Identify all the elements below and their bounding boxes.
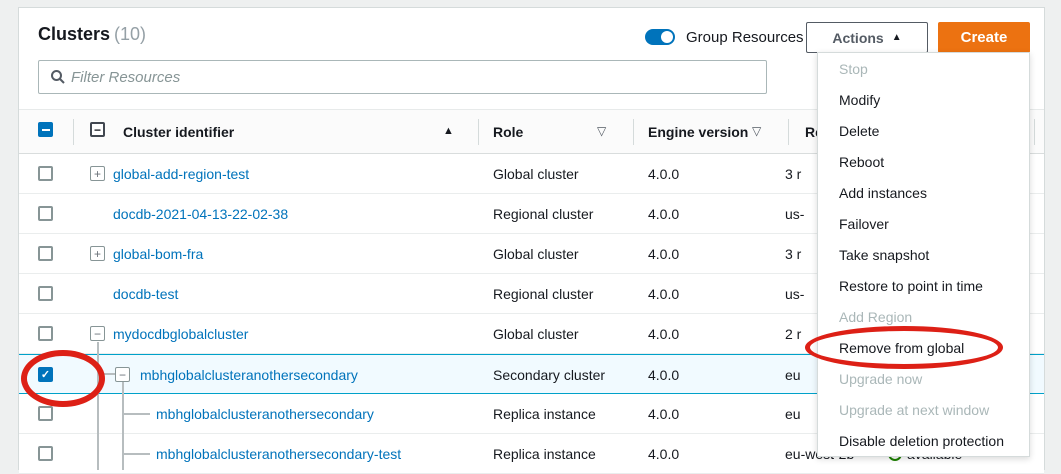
engine-version-cell: 4.0.0 <box>648 446 679 462</box>
menu-item-upgrade-now: Upgrade now <box>818 363 1029 394</box>
engine-version-cell: 4.0.0 <box>648 206 679 222</box>
column-divider <box>633 119 634 145</box>
tree-connector <box>97 373 115 375</box>
column-header-role[interactable]: Role <box>493 124 523 140</box>
chevron-up-icon: ▲ <box>892 32 902 43</box>
group-resources-toggle[interactable] <box>645 29 675 45</box>
row-checkbox[interactable] <box>38 206 53 221</box>
role-cell: Replica instance <box>493 406 596 422</box>
menu-item-modify[interactable]: Modify <box>818 84 1029 115</box>
cluster-identifier-link[interactable]: mbhglobalclusteranothersecondary-test <box>156 446 401 462</box>
column-divider <box>1034 119 1035 145</box>
tree-connector <box>97 342 99 470</box>
region-cell: us- <box>785 206 804 222</box>
expand-icon[interactable]: + <box>90 246 105 261</box>
cluster-identifier-link[interactable]: mydocdbglobalcluster <box>113 326 248 342</box>
menu-item-upgrade-at-next-window: Upgrade at next window <box>818 394 1029 425</box>
role-cell: Replica instance <box>493 446 596 462</box>
region-cell: eu <box>785 406 801 422</box>
engine-version-cell: 4.0.0 <box>648 326 679 342</box>
collapse-all-icon[interactable]: − <box>90 122 105 137</box>
cluster-identifier-link[interactable]: docdb-test <box>113 286 178 302</box>
region-cell: eu <box>785 367 801 383</box>
region-cell: 2 r <box>785 326 801 342</box>
menu-item-disable-deletion-protection[interactable]: Disable deletion protection <box>818 425 1029 456</box>
tree-connector <box>122 382 124 470</box>
cluster-identifier-link[interactable]: global-add-region-test <box>113 166 249 182</box>
menu-item-take-snapshot[interactable]: Take snapshot <box>818 239 1029 270</box>
row-checkbox[interactable] <box>38 246 53 261</box>
cluster-identifier-link[interactable]: mbhglobalclusteranothersecondary <box>140 367 358 383</box>
role-cell: Regional cluster <box>493 206 593 222</box>
expand-icon[interactable]: + <box>90 166 105 181</box>
column-divider <box>73 119 74 145</box>
menu-item-reboot[interactable]: Reboot <box>818 146 1029 177</box>
search-icon <box>50 69 66 85</box>
row-checkbox[interactable] <box>38 326 53 341</box>
region-cell: 3 r <box>785 246 801 262</box>
column-header-engine-version[interactable]: Engine version <box>648 124 748 140</box>
row-checkbox[interactable] <box>38 446 53 461</box>
toggle-knob-icon <box>661 31 673 43</box>
sort-down-icon[interactable]: ▽ <box>597 124 606 138</box>
sort-asc-icon[interactable]: ▲ <box>443 125 454 137</box>
region-cell: 3 r <box>785 166 801 182</box>
engine-version-cell: 4.0.0 <box>648 246 679 262</box>
create-button-label: Create <box>961 29 1008 46</box>
row-checkbox[interactable] <box>38 286 53 301</box>
menu-item-failover[interactable]: Failover <box>818 208 1029 239</box>
selected-row-checkbox[interactable] <box>38 367 53 382</box>
filter-resources-input[interactable] <box>71 61 761 93</box>
menu-item-remove-from-global[interactable]: Remove from global <box>818 332 1029 363</box>
menu-item-add-instances[interactable]: Add instances <box>818 177 1029 208</box>
engine-version-cell: 4.0.0 <box>648 367 679 383</box>
tree-connector <box>124 413 150 415</box>
tree-connector <box>124 453 150 455</box>
sort-down-icon[interactable]: ▽ <box>752 124 761 138</box>
collapse-icon[interactable]: − <box>90 326 105 341</box>
actions-button[interactable]: Actions ▲ <box>806 22 928 53</box>
clusters-title-text: Clusters <box>38 24 110 44</box>
engine-version-cell: 4.0.0 <box>648 166 679 182</box>
page-title: Clusters(10) <box>38 24 146 45</box>
menu-item-restore-to-point-in-time[interactable]: Restore to point in time <box>818 270 1029 301</box>
collapse-icon[interactable]: − <box>115 367 130 382</box>
region-cell: us- <box>785 286 804 302</box>
menu-item-stop: Stop <box>818 53 1029 84</box>
engine-version-cell: 4.0.0 <box>648 406 679 422</box>
row-checkbox[interactable] <box>38 166 53 181</box>
select-all-checkbox[interactable] <box>38 122 53 137</box>
role-cell: Secondary cluster <box>493 367 605 383</box>
engine-version-cell: 4.0.0 <box>648 286 679 302</box>
menu-item-delete[interactable]: Delete <box>818 115 1029 146</box>
column-header-cluster-identifier[interactable]: Cluster identifier <box>123 124 234 140</box>
actions-button-label: Actions <box>832 30 883 46</box>
cluster-identifier-link[interactable]: docdb-2021-04-13-22-02-38 <box>113 206 288 222</box>
cluster-identifier-link[interactable]: global-bom-fra <box>113 246 203 262</box>
create-button[interactable]: Create <box>938 22 1030 53</box>
column-divider <box>478 119 479 145</box>
role-cell: Global cluster <box>493 166 579 182</box>
actions-dropdown-menu: StopModifyDeleteRebootAdd instancesFailo… <box>817 52 1030 457</box>
column-divider <box>788 119 789 145</box>
role-cell: Global cluster <box>493 326 579 342</box>
cluster-identifier-link[interactable]: mbhglobalclusteranothersecondary <box>156 406 374 422</box>
row-checkbox[interactable] <box>38 406 53 421</box>
clusters-count: (10) <box>114 24 146 44</box>
group-resources-label: Group Resources <box>686 29 804 46</box>
role-cell: Global cluster <box>493 246 579 262</box>
menu-item-add-region: Add Region <box>818 301 1029 332</box>
role-cell: Regional cluster <box>493 286 593 302</box>
filter-box <box>38 60 767 94</box>
